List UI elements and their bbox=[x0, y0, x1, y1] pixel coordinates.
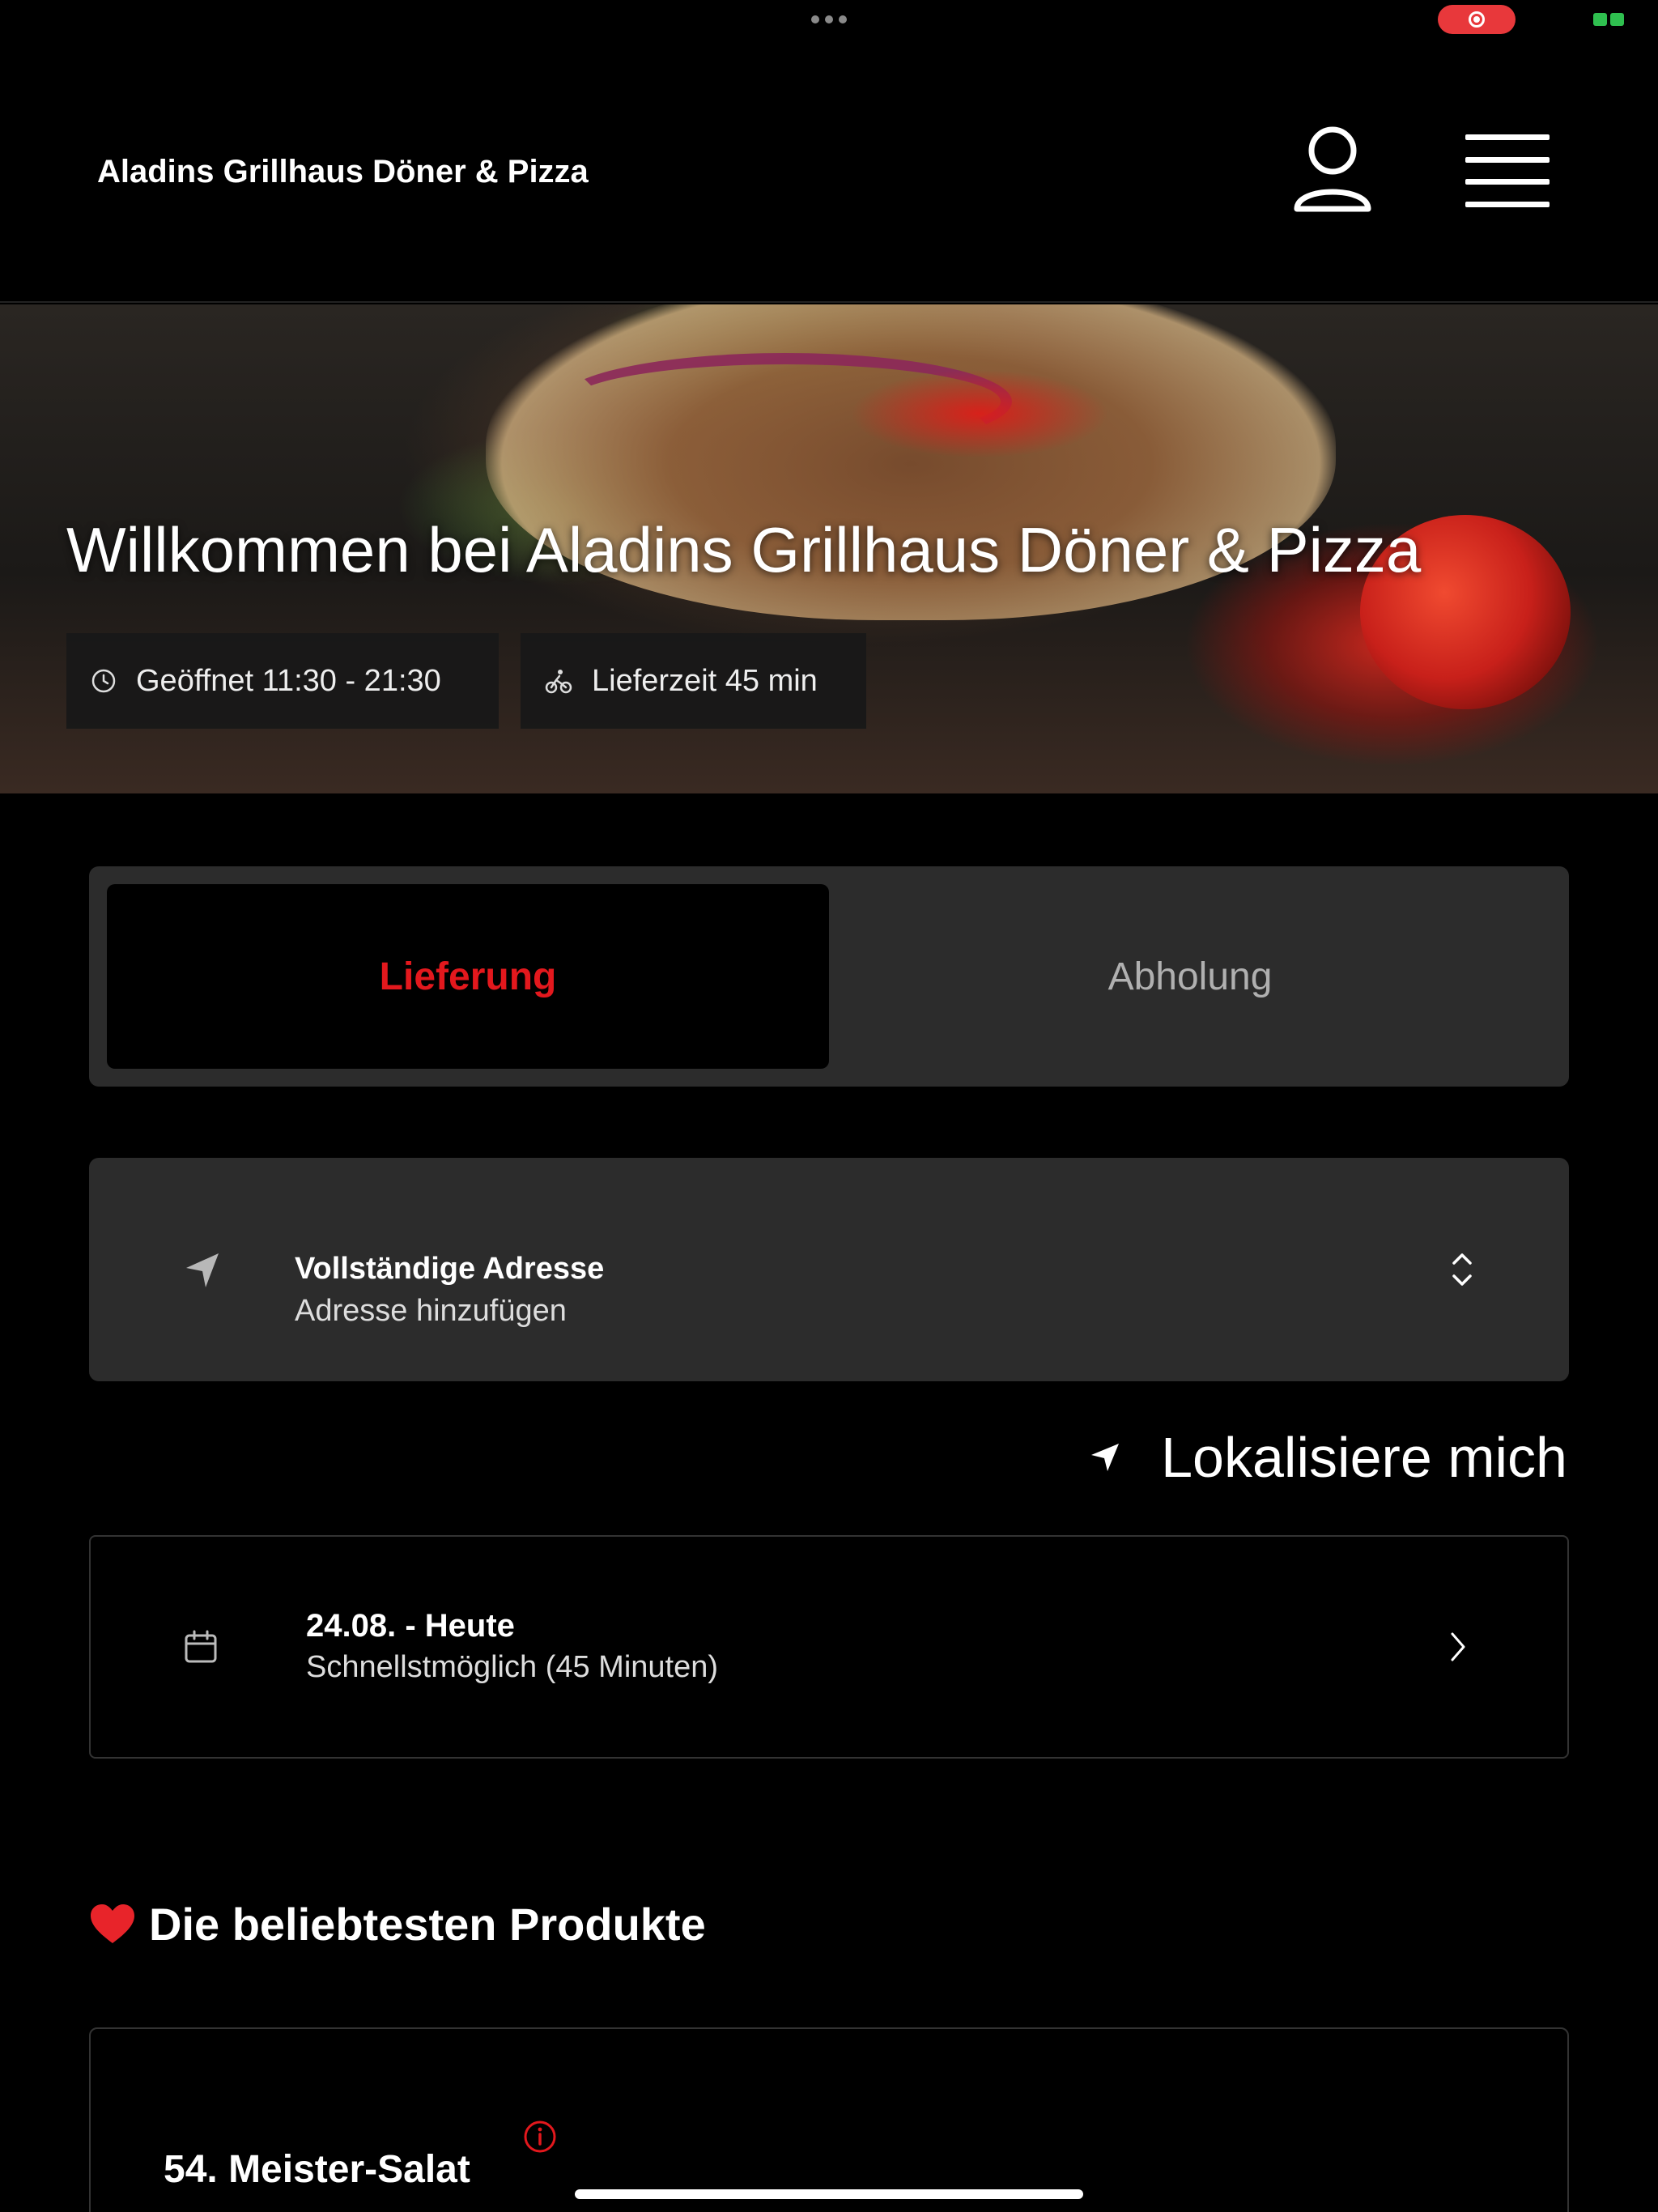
schedule-time: Schnellstmöglich (45 Minuten) bbox=[306, 1650, 719, 1684]
delivery-time-badge: Lieferzeit 45 min bbox=[521, 633, 866, 729]
hamburger-menu-icon[interactable] bbox=[1465, 134, 1550, 207]
hero-image-detail bbox=[850, 369, 1109, 458]
tab-pickup[interactable]: Abholung bbox=[829, 884, 1551, 1069]
bicycle-icon bbox=[545, 670, 572, 694]
product-name: 54. Meister-Salat bbox=[164, 2148, 470, 2191]
heart-icon bbox=[91, 1904, 134, 1943]
order-mode-toggle: Lieferung Abholung bbox=[89, 866, 1569, 1087]
address-subtitle: Adresse hinzufügen bbox=[295, 1294, 567, 1328]
navigation-arrow-icon bbox=[1091, 1444, 1120, 1471]
chevron-right-icon bbox=[1451, 1632, 1465, 1661]
opening-hours-label: Geöffnet 11:30 - 21:30 bbox=[136, 663, 441, 698]
home-indicator[interactable] bbox=[575, 2189, 1083, 2199]
calendar-icon bbox=[185, 1630, 217, 1663]
user-icon[interactable] bbox=[1292, 125, 1373, 215]
delivery-time-label: Lieferzeit 45 min bbox=[592, 663, 818, 698]
hero-banner: Willkommen bei Aladins Grillhaus Döner &… bbox=[0, 304, 1658, 793]
delivery-time-selector[interactable]: 24.08. - Heute Schnellstmöglich (45 Minu… bbox=[89, 1535, 1569, 1759]
locate-me-label: Lokalisiere mich bbox=[1161, 1426, 1567, 1489]
locate-me-button[interactable]: Lokalisiere mich bbox=[1086, 1425, 1567, 1490]
hero-title: Willkommen bei Aladins Grillhaus Döner &… bbox=[66, 514, 1422, 585]
address-title: Vollständige Adresse bbox=[295, 1252, 605, 1286]
navigation-arrow-icon bbox=[186, 1253, 219, 1287]
chevron-up-down-icon bbox=[1452, 1253, 1472, 1286]
clock-icon bbox=[91, 669, 116, 693]
tab-delivery[interactable]: Lieferung bbox=[107, 884, 829, 1069]
brand-title[interactable]: Aladins Grillhaus Döner & Pizza bbox=[97, 154, 589, 190]
info-icon[interactable] bbox=[523, 2120, 557, 2154]
schedule-date: 24.08. - Heute bbox=[306, 1608, 515, 1644]
address-selector[interactable]: Vollständige Adresse Adresse hinzufügen bbox=[89, 1158, 1569, 1381]
popular-products-heading: Die beliebtesten Produkte bbox=[89, 1898, 706, 1950]
opening-hours-badge: Geöffnet 11:30 - 21:30 bbox=[66, 633, 499, 729]
product-card[interactable]: 54. Meister-Salat bbox=[89, 2027, 1569, 2212]
app-header: Aladins Grillhaus Döner & Pizza bbox=[0, 0, 1658, 303]
popular-products-title: Die beliebtesten Produkte bbox=[149, 1899, 706, 1950]
